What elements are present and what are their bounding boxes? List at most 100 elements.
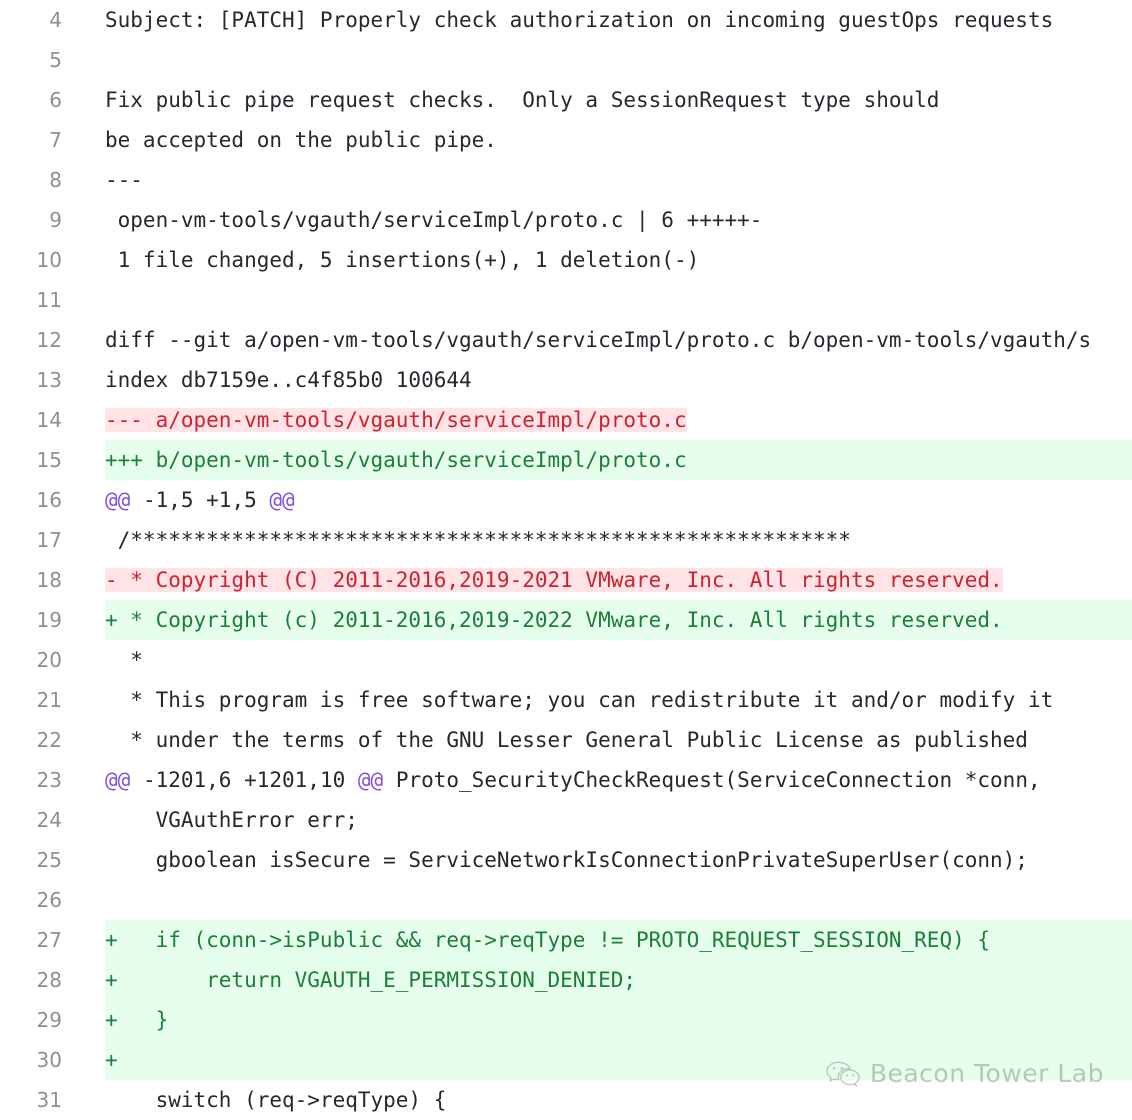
code-line: 30 + — [0, 1040, 1132, 1080]
code-line: 7 be accepted on the public pipe. — [0, 120, 1132, 160]
line-number: 4 — [49, 8, 62, 32]
hunk-marker-left: @@ — [105, 768, 131, 792]
line-text: Subject: [PATCH] Properly check authoriz… — [105, 8, 1054, 32]
hunk-marker-right: @@ — [357, 768, 384, 792]
code-line: 8 --- — [0, 160, 1132, 200]
code-line: 13 index db7159e..c4f85b0 100644 — [0, 360, 1132, 400]
code-line: 10 1 file changed, 5 insertions(+), 1 de… — [0, 240, 1132, 280]
line-text: be accepted on the public pipe. — [105, 128, 497, 152]
line-text: --- a/open-vm-tools/vgauth/serviceImpl/p… — [105, 408, 687, 432]
line-number: 26 — [36, 888, 62, 912]
code-line: 18 - * Copyright (C) 2011-2016,2019-2021 … — [0, 560, 1132, 600]
line-number: 20 — [36, 648, 62, 672]
line-number: 13 — [36, 368, 62, 392]
code-line: 21 * This program is free software; you … — [0, 680, 1132, 720]
line-number: 12 — [36, 328, 62, 352]
hunk-marker-left: @@ — [105, 488, 131, 512]
line-content: +++ b/open-vm-tools/vgauth/serviceImpl/p… — [105, 440, 1132, 480]
line-content: 1 file changed, 5 insertions(+), 1 delet… — [105, 240, 1132, 280]
line-text: gboolean isSecure = ServiceNetworkIsConn… — [105, 848, 1028, 872]
line-content: + return VGAUTH_E_PERMISSION_DENIED; — [105, 960, 1132, 1000]
line-text: open-vm-tools/vgauth/serviceImpl/proto.c… — [105, 208, 763, 232]
line-text: index db7159e..c4f85b0 100644 — [105, 368, 472, 392]
line-text: + return VGAUTH_E_PERMISSION_DENIED; — [105, 968, 637, 992]
line-content: + if (conn->isPublic && req->reqType != … — [105, 920, 1132, 960]
line-content: /***************************************… — [105, 520, 1132, 560]
code-line: 23 @@ -1201,6 +1201,10 @@ Proto_SecurityC… — [0, 760, 1132, 800]
code-line: 9 open-vm-tools/vgauth/serviceImpl/proto… — [0, 200, 1132, 240]
line-content: gboolean isSecure = ServiceNetworkIsConn… — [105, 840, 1132, 880]
line-number: 19 — [36, 608, 62, 632]
line-content: * under the terms of the GNU Lesser Gene… — [105, 720, 1132, 760]
hunk-range: -1,5 +1,5 — [130, 488, 270, 512]
line-content: @@ -1,5 +1,5 @@ — [105, 480, 1132, 520]
line-text: * under the terms of the GNU Lesser Gene… — [105, 728, 1028, 752]
line-number: 23 — [36, 768, 62, 792]
code-line: 29 + } — [0, 1000, 1132, 1040]
line-number: 11 — [36, 288, 62, 312]
line-text: VGAuthError err; — [105, 808, 358, 832]
code-lines: 4 Subject: [PATCH] Properly check authori… — [0, 0, 1132, 1120]
line-content: Subject: [PATCH] Properly check authoriz… — [105, 0, 1132, 40]
code-line: 26 — [0, 880, 1132, 920]
code-line: 19 + * Copyright (c) 2011-2016,2019-2022 … — [0, 600, 1132, 640]
line-text: + — [105, 1048, 118, 1072]
code-line: 5 — [0, 40, 1132, 80]
code-line: 6 Fix public pipe request checks. Only a … — [0, 80, 1132, 120]
line-text: * — [105, 648, 143, 672]
hunk-range: -1201,6 +1201,10 — [130, 768, 358, 792]
line-content: * This program is free software; you can… — [105, 680, 1132, 720]
code-line: 14 --- a/open-vm-tools/vgauth/serviceImpl… — [0, 400, 1132, 440]
hunk-context: Proto_SecurityCheckRequest(ServiceConnec… — [383, 768, 1041, 792]
line-text: diff --git a/open-vm-tools/vgauth/servic… — [105, 328, 1092, 352]
line-text: + if (conn->isPublic && req->reqType != … — [105, 928, 991, 952]
line-number: 22 — [36, 728, 62, 752]
line-text: * This program is free software; you can… — [105, 688, 1054, 712]
code-line: 24 VGAuthError err; — [0, 800, 1132, 840]
line-text: /***************************************… — [105, 528, 851, 552]
line-text: + } — [105, 1008, 169, 1032]
diff-viewer: 4 Subject: [PATCH] Properly check authori… — [0, 0, 1132, 1112]
line-number: 31 — [36, 1088, 62, 1112]
line-content: switch (req->reqType) { — [105, 1080, 1132, 1120]
line-number: 8 — [49, 168, 62, 192]
line-number: 6 — [49, 88, 62, 112]
line-text: 1 file changed, 5 insertions(+), 1 delet… — [105, 248, 700, 272]
line-content: @@ -1201,6 +1201,10 @@ Proto_SecurityChe… — [105, 760, 1132, 800]
hunk-marker-right: @@ — [269, 488, 295, 512]
code-line: 20 * — [0, 640, 1132, 680]
line-number: 7 — [49, 128, 62, 152]
code-line: 4 Subject: [PATCH] Properly check authori… — [0, 0, 1132, 40]
line-content: be accepted on the public pipe. — [105, 120, 1132, 160]
line-text: switch (req->reqType) { — [105, 1088, 447, 1112]
line-content: --- — [105, 160, 1132, 200]
line-text: +++ b/open-vm-tools/vgauth/serviceImpl/p… — [105, 448, 687, 472]
line-number: 28 — [36, 968, 62, 992]
line-number: 30 — [36, 1048, 62, 1072]
code-line: 16 @@ -1,5 +1,5 @@ — [0, 480, 1132, 520]
line-number: 10 — [36, 248, 62, 272]
line-number: 16 — [36, 488, 62, 512]
line-text: --- — [105, 168, 143, 192]
code-line: 12 diff --git a/open-vm-tools/vgauth/serv… — [0, 320, 1132, 360]
code-line: 31 switch (req->reqType) { — [0, 1080, 1132, 1120]
code-line: 25 gboolean isSecure = ServiceNetworkIsC… — [0, 840, 1132, 880]
line-number: 18 — [36, 568, 62, 592]
line-content: + * Copyright (c) 2011-2016,2019-2022 VM… — [105, 600, 1132, 640]
line-content: open-vm-tools/vgauth/serviceImpl/proto.c… — [105, 200, 1132, 240]
line-number: 5 — [49, 48, 62, 72]
line-number: 21 — [36, 688, 62, 712]
line-text: + * Copyright (c) 2011-2016,2019-2022 VM… — [105, 608, 1003, 632]
line-number: 29 — [36, 1008, 62, 1032]
code-line: 15 +++ b/open-vm-tools/vgauth/serviceImpl… — [0, 440, 1132, 480]
code-line: 11 — [0, 280, 1132, 320]
line-content: --- a/open-vm-tools/vgauth/serviceImpl/p… — [105, 400, 1132, 440]
line-content: + — [105, 1040, 1132, 1080]
line-text: - * Copyright (C) 2011-2016,2019-2021 VM… — [105, 568, 1003, 592]
line-number: 15 — [36, 448, 62, 472]
line-number: 9 — [49, 208, 62, 232]
line-content: index db7159e..c4f85b0 100644 — [105, 360, 1132, 400]
line-content: diff --git a/open-vm-tools/vgauth/servic… — [105, 320, 1132, 360]
code-line: 17 /************************************… — [0, 520, 1132, 560]
code-line: 28 + return VGAUTH_E_PERMISSION_DENIED; — [0, 960, 1132, 1000]
